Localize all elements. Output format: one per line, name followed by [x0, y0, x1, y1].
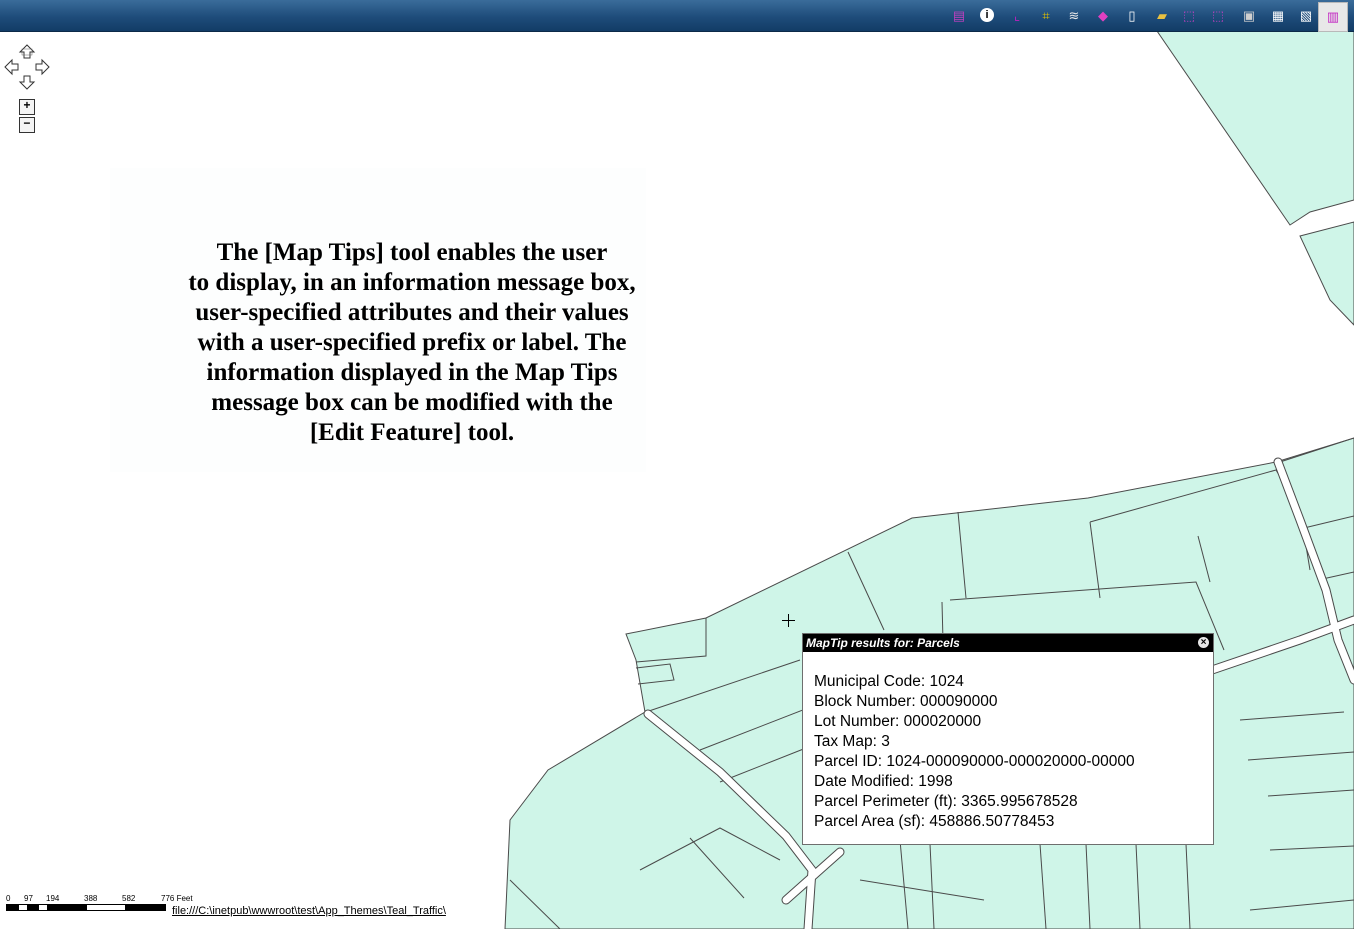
- page-icon[interactable]: ▯: [1124, 8, 1140, 24]
- clip-icon[interactable]: ⌗: [1038, 8, 1054, 24]
- close-icon[interactable]: ×: [1198, 637, 1209, 648]
- maptip-dialog: MapTip results for: Parcels × Municipal …: [802, 633, 1214, 845]
- parcel: [1299, 221, 1354, 326]
- pan-control[interactable]: [4, 44, 50, 90]
- maptip-field: Tax Map: 3: [814, 733, 890, 750]
- table-icon[interactable]: ▦: [1270, 8, 1286, 24]
- maptip-field: Municipal Code: 1024: [814, 673, 964, 690]
- scale-label: 582: [122, 894, 136, 903]
- maptip-body: Municipal Code: 1024 Block Number: 000090…: [803, 652, 1213, 832]
- zoom-in-button[interactable]: +: [19, 99, 35, 115]
- map-tips-icon[interactable]: ▥: [1318, 2, 1348, 32]
- status-link[interactable]: file:///C:\inetpub\wwwroot\test\App_Them…: [172, 905, 446, 917]
- info-text: The [Map Tips] tool enables the user to …: [188, 239, 636, 446]
- select-poly-icon[interactable]: ⬚: [1210, 8, 1226, 24]
- maptip-field: Parcel Perimeter (ft): 3365.995678528: [814, 793, 1078, 810]
- parcel: [1156, 30, 1354, 226]
- scale-label: 776 Feet: [161, 894, 193, 903]
- open-folder-icon[interactable]: ▰: [1154, 8, 1170, 24]
- scale-label: 97: [24, 894, 33, 903]
- maptip-field: Date Modified: 1998: [814, 773, 953, 790]
- maptip-field: Parcel ID: 1024-000090000-000020000-0000…: [814, 753, 1135, 770]
- maptip-title: MapTip results for: Parcels: [806, 636, 960, 650]
- maptip-field: Lot Number: 000020000: [814, 713, 982, 730]
- pan-west-icon: [4, 58, 19, 76]
- scale-label: 0: [6, 894, 11, 903]
- identify-icon[interactable]: i: [980, 8, 994, 22]
- select-feature-icon[interactable]: ⌞: [1009, 8, 1025, 24]
- select-rect-icon[interactable]: ⬚: [1181, 8, 1197, 24]
- crosshair-cursor-icon: [782, 614, 795, 627]
- info-panel: The [Map Tips] tool enables the user to …: [110, 168, 646, 472]
- print-icon[interactable]: ▣: [1241, 8, 1257, 24]
- scale-label: 194: [46, 894, 60, 903]
- chart-icon[interactable]: ▧: [1298, 8, 1314, 24]
- maptip-field: Block Number: 000090000: [814, 693, 998, 710]
- scale-label: 388: [84, 894, 98, 903]
- pan-east-icon: [35, 58, 50, 76]
- maptip-header: MapTip results for: Parcels ×: [803, 634, 1213, 652]
- toolbar: ▤ i ⌞ ⌗ ≋ ◆ ▯ ▰ ⬚ ⬚ ▣ ▦ ▧ ▥: [0, 0, 1354, 32]
- pan-south-icon: [18, 75, 36, 90]
- stack-icon[interactable]: ≋: [1066, 8, 1082, 24]
- maptip-field: Parcel Area (sf): 458886.50778453: [814, 813, 1055, 830]
- zoom-out-button[interactable]: −: [19, 117, 35, 133]
- layers-icon[interactable]: ▤: [951, 8, 967, 24]
- diamond-icon[interactable]: ◆: [1095, 8, 1111, 24]
